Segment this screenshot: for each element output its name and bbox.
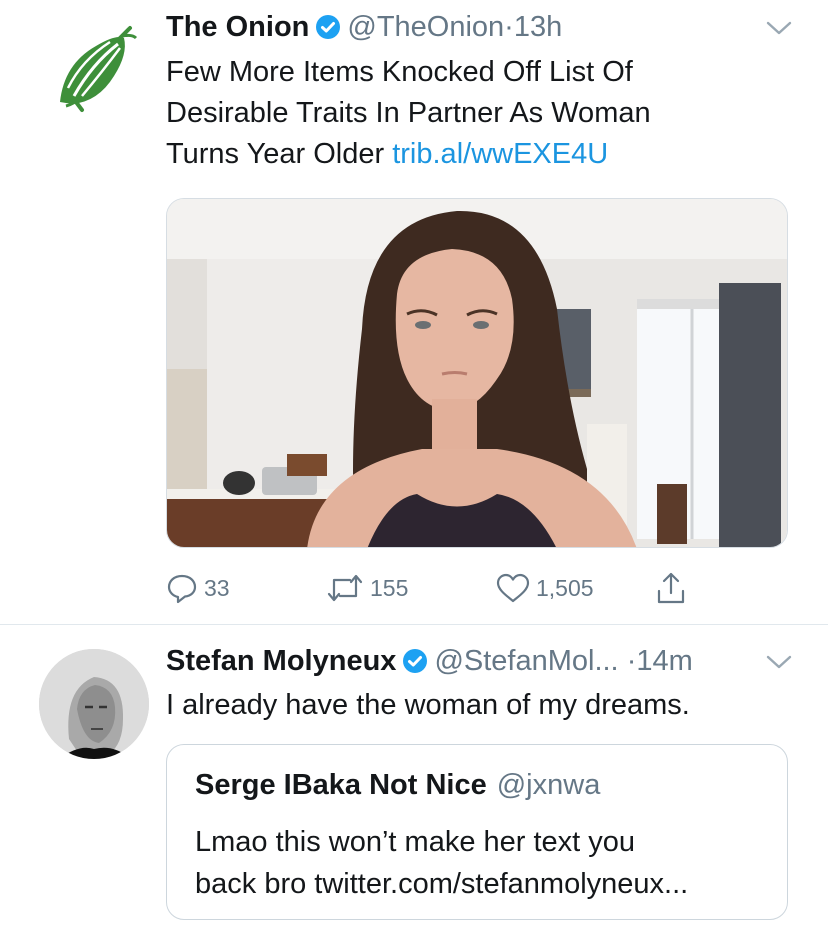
retweet-icon — [327, 574, 363, 602]
tweet-stefan-molyneux[interactable]: Stefan Molyneux @StefanMol... ·14m I alre… — [0, 0, 828, 920]
quoted-tweet-header: Serge IBaka Not Nice @jxnwa — [195, 767, 600, 803]
avatar[interactable] — [39, 649, 149, 759]
share-icon — [657, 572, 685, 604]
like-icon — [496, 573, 530, 603]
author-name[interactable]: Stefan Molyneux — [166, 645, 396, 677]
reply-button[interactable]: 33 — [166, 568, 230, 608]
tweet-header: Stefan Molyneux @StefanMol... ·14m — [166, 643, 693, 679]
like-button[interactable]: 1,505 — [496, 568, 594, 608]
tweet-divider — [0, 624, 828, 625]
reply-icon — [167, 574, 197, 604]
quoted-text-line: Lmao this won’t make her text you — [195, 826, 636, 858]
tweet-text: I already have the woman of my dreams. — [166, 689, 690, 721]
share-button[interactable] — [656, 568, 692, 608]
quoted-text-line: back bro twitter.com/stefanmolyneux... — [195, 868, 689, 900]
author-handle[interactable]: @StefanMol... — [434, 645, 618, 677]
retweet-button[interactable]: 155 — [326, 568, 408, 608]
like-count: 1,505 — [536, 574, 594, 601]
tweet-time[interactable]: 14m — [636, 645, 692, 677]
quoted-author-name: Serge IBaka Not Nice — [195, 769, 487, 801]
time-separator: · — [626, 645, 637, 677]
quoted-tweet[interactable]: Serge IBaka Not Nice @jxnwa Lmao this won… — [166, 744, 788, 920]
quoted-tweet-text: Lmao this won’t make her text you back b… — [195, 821, 688, 905]
quoted-author-handle: @jxnwa — [496, 769, 601, 801]
chevron-down-icon[interactable] — [766, 654, 792, 670]
retweet-count: 155 — [370, 574, 409, 601]
verified-badge-icon — [402, 647, 428, 673]
reply-count: 33 — [204, 574, 230, 601]
